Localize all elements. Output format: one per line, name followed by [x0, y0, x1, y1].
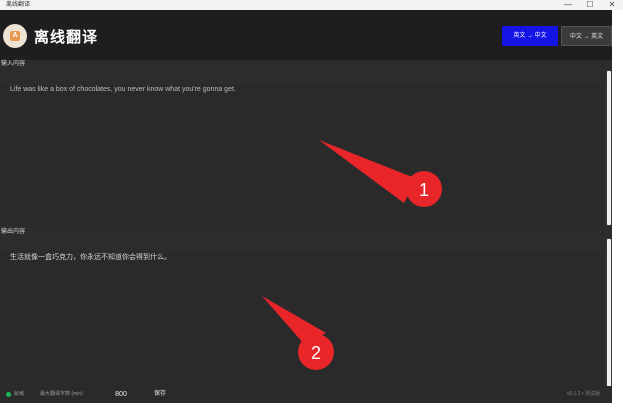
- window-edge-right: [612, 10, 623, 410]
- app-logo: A: [3, 24, 27, 48]
- version-label: v0.1.2 • 测试版: [566, 391, 600, 397]
- maximize-icon[interactable]: ☐: [579, 0, 601, 10]
- max-chars-input[interactable]: [106, 390, 136, 399]
- close-icon[interactable]: ✕: [601, 0, 623, 10]
- window-titlebar: 离线翻译 — ☐ ✕: [0, 0, 623, 10]
- window-title: 离线翻译: [6, 2, 31, 8]
- output-section-label: 输出内容: [1, 229, 26, 235]
- en-to-zh-button[interactable]: 英文 → 中文: [502, 26, 558, 46]
- input-scrollbar-thumb[interactable]: [607, 71, 611, 225]
- status-text: 就绪: [14, 391, 25, 397]
- save-button[interactable]: 保存: [150, 389, 170, 400]
- output-scrollbar-thumb[interactable]: [607, 239, 611, 393]
- input-section-label: 输入内容: [1, 61, 26, 67]
- window-edge-bottom: [0, 403, 623, 410]
- app-title: 离线翻译: [34, 29, 99, 46]
- logo-icon: A: [10, 31, 20, 41]
- status-indicator-icon: [6, 392, 11, 397]
- input-textarea[interactable]: Life was like a box of chocolates, you n…: [0, 85, 604, 225]
- app-window: A 离线翻译 英文 → 中文 中文 → 英文 输入内容 Life was lik…: [0, 10, 612, 403]
- app-header: A 离线翻译 英文 → 中文 中文 → 英文: [0, 10, 612, 60]
- output-textarea[interactable]: 生活就像一盒巧克力，你永远不知道你会得到什么。: [0, 253, 604, 385]
- max-chars-label: 最大翻译字数 (min): [40, 391, 83, 397]
- minimize-icon[interactable]: —: [557, 0, 579, 10]
- zh-to-en-button[interactable]: 中文 → 英文: [561, 26, 612, 46]
- status-bar: 就绪 最大翻译字数 (min) 保存 v0.1.2 • 测试版: [0, 386, 612, 403]
- window-controls: — ☐ ✕: [557, 0, 623, 10]
